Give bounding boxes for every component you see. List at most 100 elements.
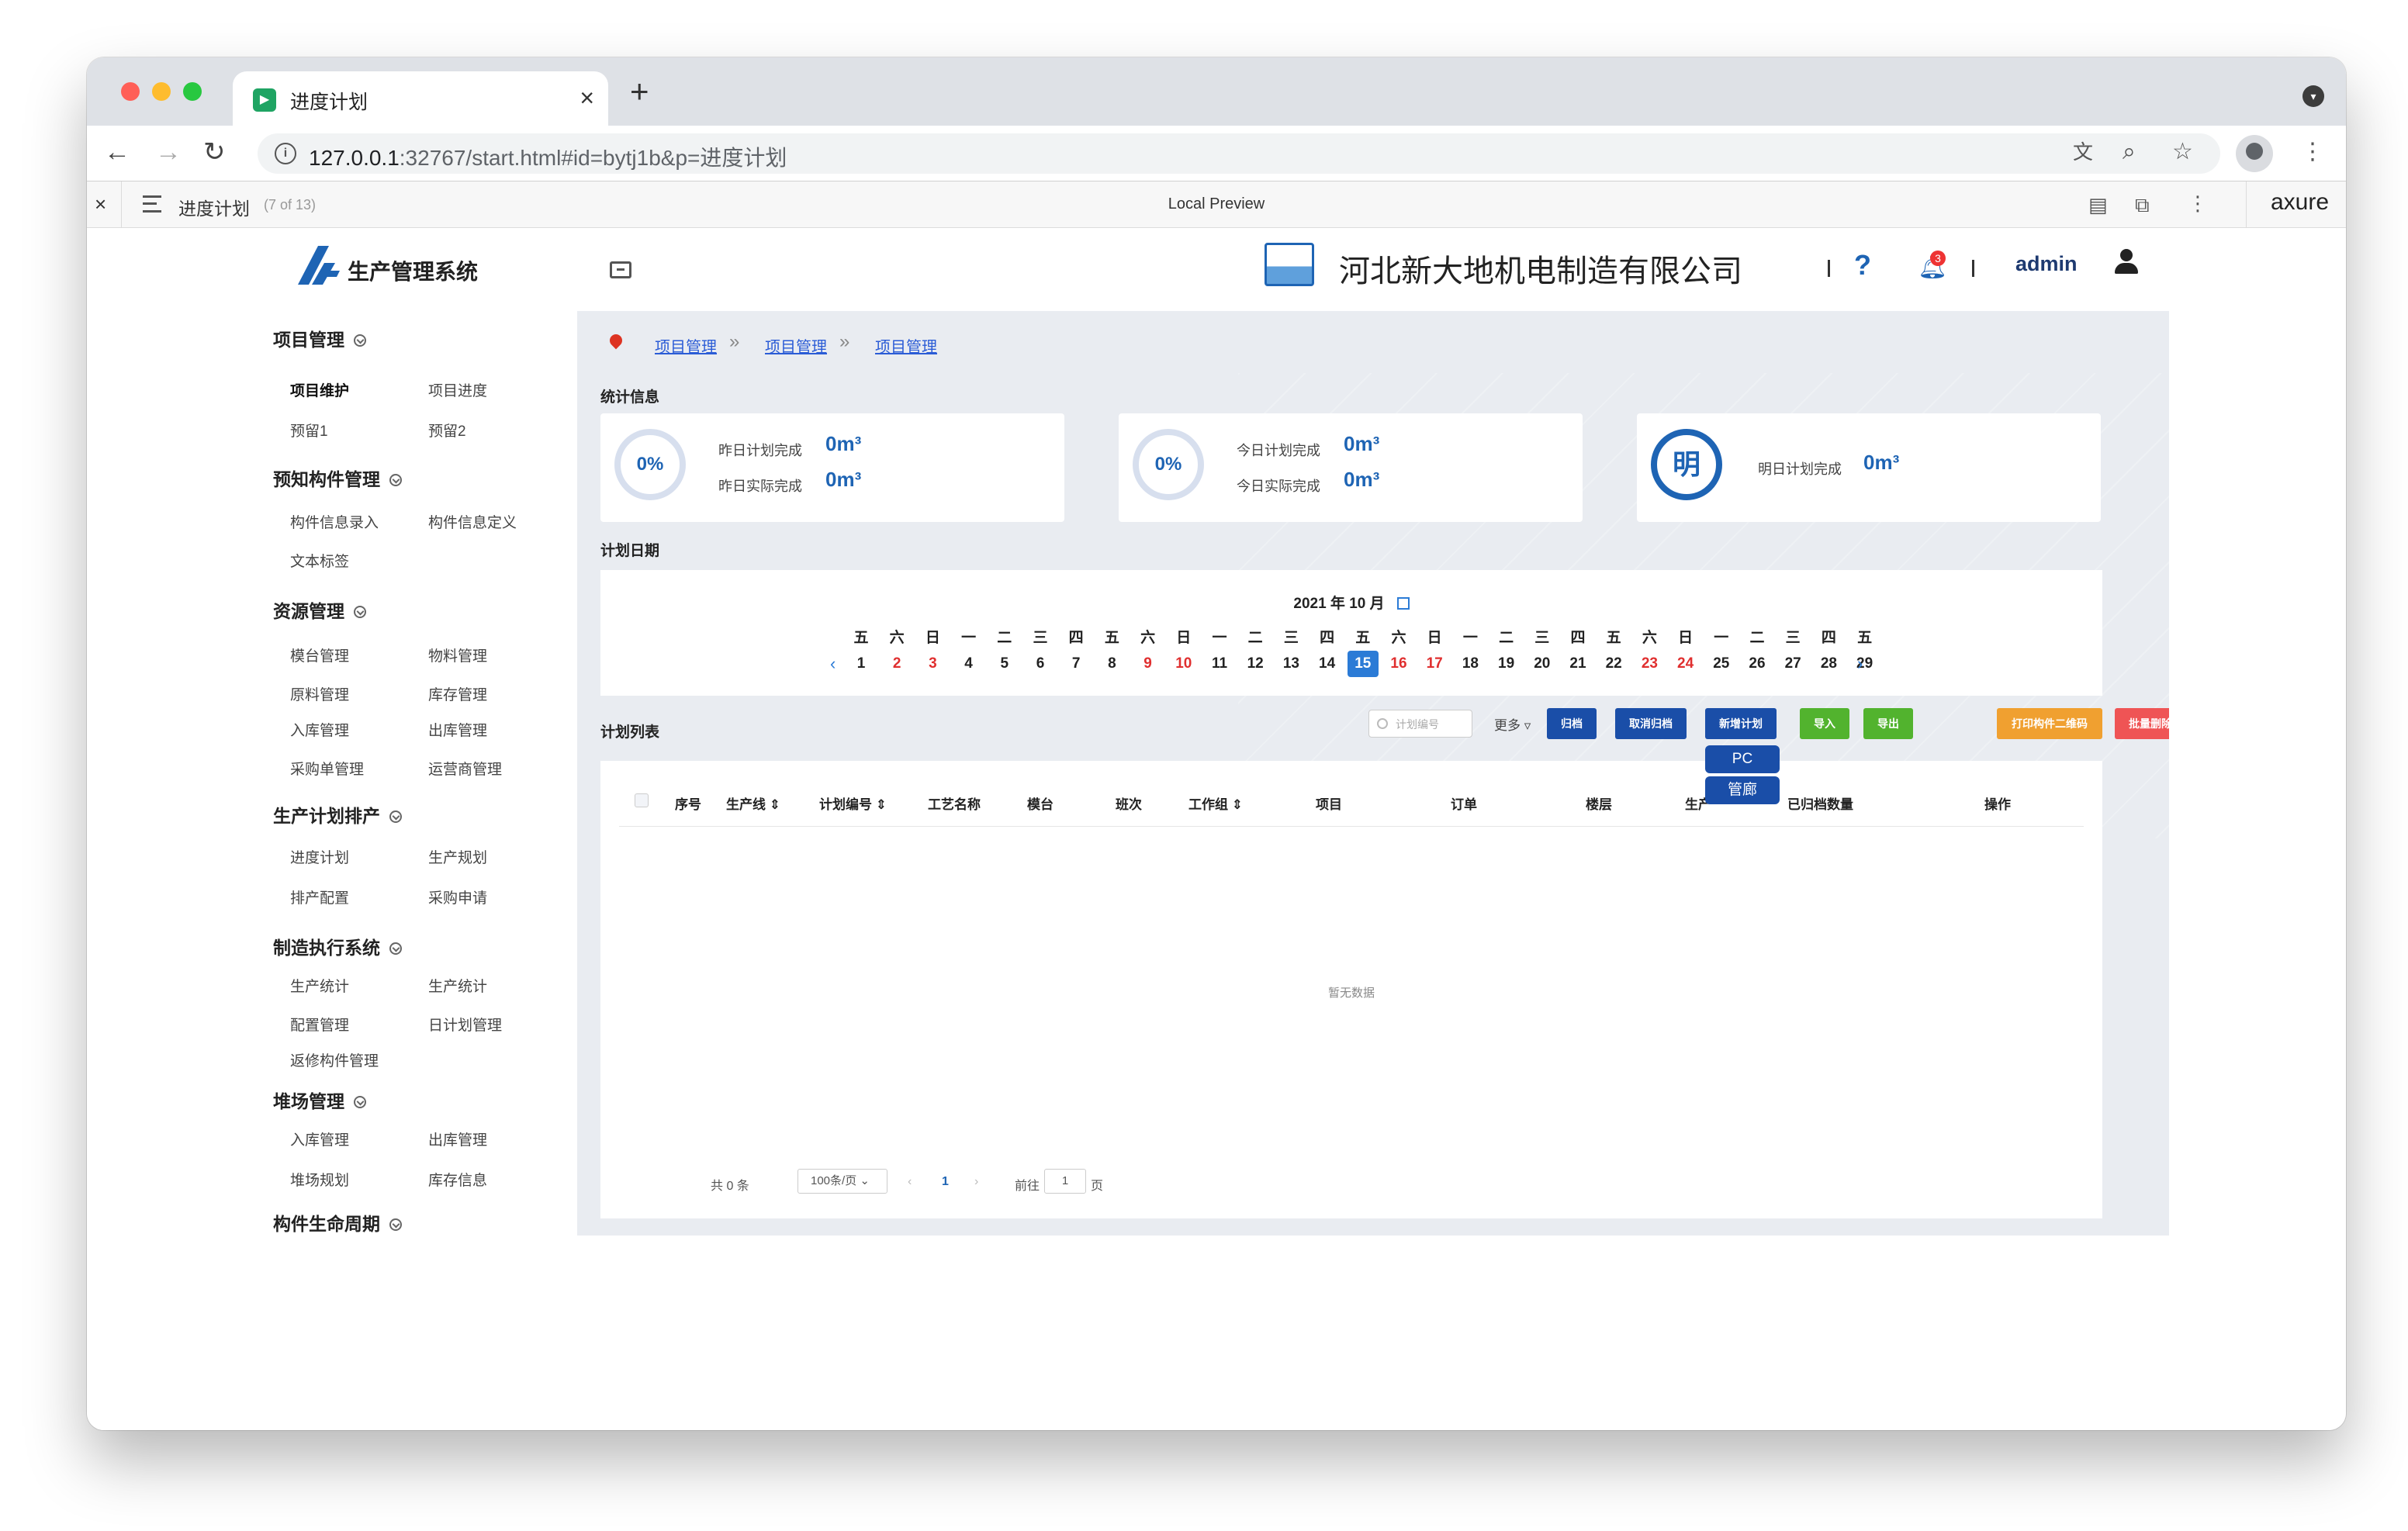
calendar-day[interactable]: 23 xyxy=(1634,651,1665,677)
calendar-day[interactable]: 18 xyxy=(1455,651,1486,677)
calendar-day[interactable]: 8 xyxy=(1096,651,1127,677)
archive-button[interactable]: 归档 xyxy=(1547,708,1597,739)
sidebar-item[interactable]: 日计划管理 xyxy=(428,1014,502,1035)
unarchive-button[interactable]: 取消归档 xyxy=(1615,708,1687,739)
sidebar-item[interactable]: 排产配置 xyxy=(290,886,349,907)
sidebar-item[interactable]: 返修构件管理 xyxy=(290,1049,379,1070)
export-button[interactable]: 导出 xyxy=(1863,708,1913,739)
sidebar-item[interactable]: 构件信息录入 xyxy=(290,511,379,532)
sidebar-group-planning[interactable]: 生产计划排产 xyxy=(273,801,402,828)
add-plan-button[interactable]: 新增计划 xyxy=(1705,708,1777,739)
sidebar-item[interactable]: 物料管理 xyxy=(428,645,487,665)
calendar-day[interactable]: 21 xyxy=(1562,651,1593,677)
calendar-day[interactable]: 10 xyxy=(1168,651,1199,677)
sidebar-group-mes[interactable]: 制造执行系统 xyxy=(273,933,402,959)
translate-icon[interactable]: 文 xyxy=(2073,137,2093,168)
calendar-day[interactable]: 22 xyxy=(1598,651,1629,677)
calendar-day[interactable]: 28 xyxy=(1813,651,1844,677)
new-tab-button[interactable]: + xyxy=(630,75,649,108)
page-number[interactable]: 1 xyxy=(942,1175,949,1189)
calendar-day[interactable]: 13 xyxy=(1275,651,1306,677)
browser-menu-icon[interactable]: ⋮ xyxy=(2301,137,2324,168)
column-header-sortable[interactable]: 生产线 ⇕ xyxy=(726,793,780,813)
reload-icon[interactable]: ↻ xyxy=(203,137,226,168)
calendar-day[interactable]: 6 xyxy=(1025,651,1056,677)
site-info-icon[interactable]: i xyxy=(275,143,296,164)
sidebar-item[interactable]: 入库管理 xyxy=(290,1128,349,1149)
menu-toggle-icon[interactable] xyxy=(610,261,631,278)
calendar-day[interactable]: 12 xyxy=(1240,651,1271,677)
batch-delete-button[interactable]: 批量删除 xyxy=(2115,708,2169,739)
dropdown-option-pc[interactable]: PC xyxy=(1705,745,1780,773)
calendar-day[interactable]: 5 xyxy=(989,651,1020,677)
column-header-sortable[interactable]: 计划编号 ⇕ xyxy=(819,793,887,813)
sidebar-group-component[interactable]: 预知构件管理 xyxy=(273,465,402,491)
chevron-right-icon[interactable]: › xyxy=(974,1175,978,1189)
help-icon[interactable]: ? xyxy=(1854,249,1871,282)
calendar-day[interactable]: 24 xyxy=(1670,651,1701,677)
sidebar-group-yard[interactable]: 堆场管理 xyxy=(273,1087,366,1113)
sidebar-group-lifecycle[interactable]: 构件生命周期 xyxy=(273,1209,402,1234)
sidebar-item[interactable]: 配置管理 xyxy=(290,1014,349,1035)
dropdown-option-corridor[interactable]: 管廊 xyxy=(1705,776,1780,804)
page-size-select[interactable]: 100条/页 ⌄ xyxy=(797,1169,887,1194)
sidebar-item[interactable]: 入库管理 xyxy=(290,719,349,740)
minimize-window-button[interactable] xyxy=(152,82,171,101)
sidebar-group-project[interactable]: 项目管理 xyxy=(273,325,366,351)
axure-more-icon[interactable]: ⋮ xyxy=(2188,188,2208,219)
calendar-day[interactable]: 14 xyxy=(1312,651,1343,677)
chevron-left-icon[interactable]: ‹ xyxy=(908,1175,912,1189)
calendar-day[interactable]: 15 xyxy=(1347,651,1379,677)
calendar-day[interactable]: 17 xyxy=(1419,651,1450,677)
back-icon[interactable]: ← xyxy=(104,137,130,168)
breadcrumb-item[interactable]: 项目管理 xyxy=(875,334,937,357)
sidebar-item[interactable]: 项目进度 xyxy=(428,379,487,400)
calendar-day[interactable]: 4 xyxy=(953,651,984,677)
select-all-checkbox[interactable] xyxy=(635,793,649,807)
breadcrumb-item[interactable]: 项目管理 xyxy=(765,334,827,357)
maximize-window-button[interactable] xyxy=(183,82,202,101)
sidebar-item[interactable]: 出库管理 xyxy=(428,719,487,740)
close-window-button[interactable] xyxy=(121,82,140,101)
adaptive-view-icon[interactable]: ⧉ xyxy=(2135,189,2150,220)
sidebar-group-resource[interactable]: 资源管理 xyxy=(273,596,366,623)
edit-icon[interactable] xyxy=(1396,597,1410,610)
more-filter-button[interactable]: 更多 ▿ xyxy=(1494,714,1531,734)
tab-close-icon[interactable]: × xyxy=(580,84,594,112)
calendar-day[interactable]: 19 xyxy=(1491,651,1522,677)
calendar-day[interactable]: 7 xyxy=(1060,651,1092,677)
sidebar-item[interactable]: 预留1 xyxy=(290,420,328,441)
calendar-day[interactable]: 16 xyxy=(1383,651,1414,677)
sidebar-item[interactable]: 预留2 xyxy=(428,420,466,441)
sidebar-item[interactable]: 进度计划 xyxy=(290,846,349,867)
calendar-day[interactable]: 20 xyxy=(1527,651,1558,677)
sidebar-item[interactable]: 库存信息 xyxy=(428,1169,487,1190)
user-icon[interactable] xyxy=(2115,247,2138,278)
sidebar-item[interactable]: 原料管理 xyxy=(290,683,349,704)
forward-icon[interactable]: → xyxy=(155,137,182,168)
sidebar-item[interactable]: 库存管理 xyxy=(428,683,487,704)
calendar-day[interactable]: 1 xyxy=(846,651,877,677)
sidebar-item[interactable]: 采购申请 xyxy=(428,886,487,907)
calendar-day[interactable]: 26 xyxy=(1742,651,1773,677)
profile-icon[interactable] xyxy=(2236,135,2273,172)
calendar-day[interactable]: 3 xyxy=(917,651,948,677)
calendar-day[interactable]: 2 xyxy=(881,651,912,677)
sidebar-item[interactable]: 生产统计 xyxy=(290,975,349,996)
browser-tab[interactable]: ▶ 进度计划 × xyxy=(233,71,608,126)
sidebar-item[interactable]: 生产规划 xyxy=(428,846,487,867)
goto-page-input[interactable]: 1 xyxy=(1044,1169,1086,1194)
chevron-left-icon[interactable]: ‹ xyxy=(830,651,836,677)
calendar-day[interactable]: 27 xyxy=(1777,651,1808,677)
sidebar-item[interactable]: 采购单管理 xyxy=(290,758,364,779)
sidebar-item[interactable]: 堆场规划 xyxy=(290,1169,349,1190)
sidebar-item[interactable]: 构件信息定义 xyxy=(428,511,517,532)
address-bar[interactable]: i 127.0.0.1:32767/start.html#id=bytj1b&p… xyxy=(258,133,2220,174)
calendar-day[interactable]: 9 xyxy=(1133,651,1164,677)
username[interactable]: admin xyxy=(2015,252,2078,276)
print-qrcode-button[interactable]: 打印构件二维码 xyxy=(1997,708,2102,739)
chevron-right-icon[interactable]: › xyxy=(1857,651,1863,677)
tab-search-icon[interactable]: ▾ xyxy=(2302,85,2324,107)
sidebar-item[interactable]: 文本标签 xyxy=(290,550,349,571)
import-button[interactable]: 导入 xyxy=(1800,708,1849,739)
